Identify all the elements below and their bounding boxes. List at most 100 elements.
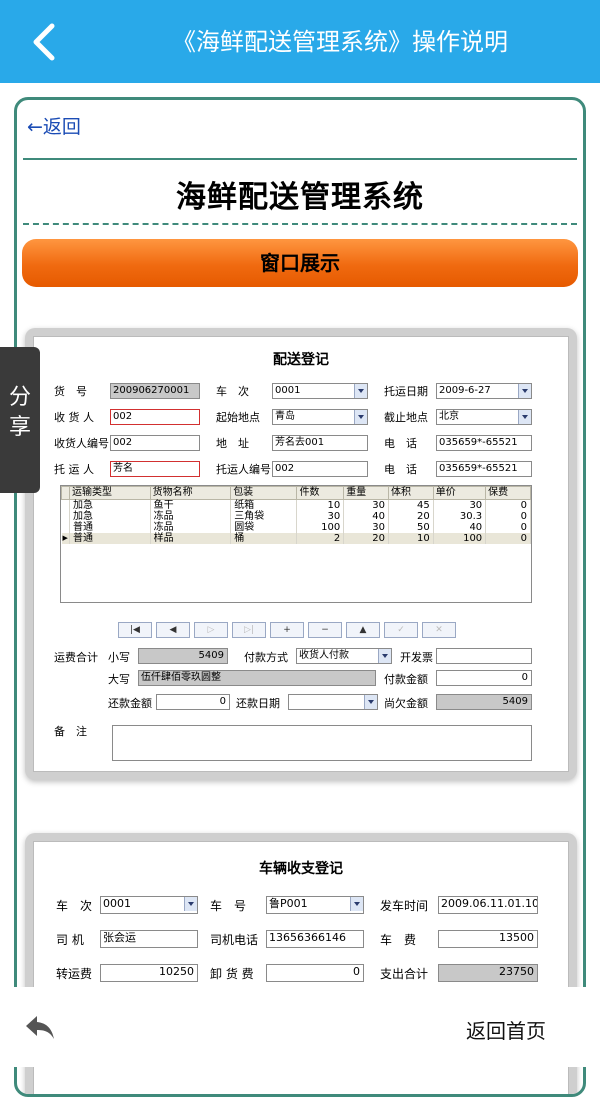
cell: 普通 bbox=[69, 533, 151, 544]
dest-select[interactable]: 北京 bbox=[436, 409, 532, 425]
column-header[interactable]: 运输类型 bbox=[69, 486, 151, 500]
expense-total-field[interactable]: 23750 bbox=[438, 964, 538, 982]
cell: 加急 bbox=[69, 499, 151, 511]
last-record-button[interactable]: ▷| bbox=[232, 622, 266, 638]
driver-field[interactable]: 张会运 bbox=[100, 930, 198, 948]
trip-select[interactable]: 0001 bbox=[272, 383, 368, 399]
back-chevron-icon[interactable] bbox=[26, 20, 66, 64]
cell: 0 bbox=[485, 511, 531, 522]
edit-record-button[interactable]: ▲ bbox=[346, 622, 380, 638]
shipper-field[interactable]: 芳名 bbox=[110, 461, 200, 477]
column-header[interactable]: 包装 bbox=[230, 486, 298, 500]
label: 车 次 bbox=[216, 385, 249, 398]
cell: 0 bbox=[485, 522, 531, 533]
phone2-field[interactable]: 035659*-65521 bbox=[436, 461, 532, 477]
unload-fee-field[interactable]: 0 bbox=[266, 964, 364, 982]
dropdown-arrow-icon[interactable] bbox=[350, 897, 363, 911]
reply-arrow-icon[interactable] bbox=[24, 1013, 56, 1041]
column-header[interactable]: 件数 bbox=[296, 486, 345, 500]
cell: 冻品 bbox=[150, 511, 232, 522]
back-link[interactable]: ←返回 bbox=[27, 112, 81, 139]
cell: 100 bbox=[296, 522, 345, 533]
cell: 圆袋 bbox=[230, 522, 298, 533]
section-header: 窗口展示 bbox=[22, 239, 578, 287]
phone-field[interactable]: 035659*-65521 bbox=[436, 435, 532, 451]
label: 备 注 bbox=[54, 725, 87, 738]
paid-amount-field[interactable]: 0 bbox=[436, 670, 532, 686]
dropdown-arrow-icon[interactable] bbox=[184, 897, 197, 911]
table-row[interactable]: 普通 冻品 圆袋 100 30 50 40 0 bbox=[61, 522, 531, 533]
column-header[interactable]: 保费 bbox=[485, 486, 531, 500]
first-record-button[interactable]: |◀ bbox=[118, 622, 152, 638]
owed-field[interactable]: 5409 bbox=[436, 694, 532, 710]
total-small-field[interactable]: 5409 bbox=[138, 648, 228, 664]
dropdown-arrow-icon[interactable] bbox=[364, 695, 377, 709]
content-frame: ←返回 海鲜配送管理系统 窗口展示 配送登记 货 号 200906270001 … bbox=[14, 97, 586, 1097]
consignee-field[interactable]: 002 bbox=[110, 409, 200, 425]
consignee-no-field[interactable]: 002 bbox=[110, 435, 200, 451]
fare-field[interactable]: 13500 bbox=[438, 930, 538, 948]
label: 付款方式 bbox=[244, 651, 288, 664]
column-header[interactable]: 货物名称 bbox=[149, 486, 232, 500]
value: 北京 bbox=[439, 411, 459, 422]
row-indicator bbox=[61, 511, 70, 522]
cell: 100 bbox=[433, 533, 487, 544]
address-field[interactable]: 芳名去001 bbox=[272, 435, 368, 451]
invoice-field[interactable] bbox=[436, 648, 532, 664]
label: 尚欠金额 bbox=[384, 697, 428, 710]
cell: 三角袋 bbox=[230, 511, 298, 522]
shipper-no-field[interactable]: 002 bbox=[272, 461, 368, 477]
column-header[interactable]: 体积 bbox=[387, 486, 434, 500]
trip-select[interactable]: 0001 bbox=[100, 896, 198, 914]
plate-select[interactable]: 鲁P001 bbox=[266, 896, 364, 914]
home-link[interactable]: 返回首页 bbox=[466, 1015, 546, 1044]
ship-date-select[interactable]: 2009-6-27 bbox=[436, 383, 532, 399]
divider bbox=[23, 158, 577, 160]
repay-field[interactable]: 0 bbox=[156, 694, 230, 710]
cargo-grid[interactable]: 运输类型 货物名称 包装 件数 重量 体积 单价 保费 加急 鱼干 纸箱 10 … bbox=[60, 485, 532, 603]
dropdown-arrow-icon[interactable] bbox=[354, 384, 367, 398]
post-record-button[interactable]: ✓ bbox=[384, 622, 418, 638]
repay-date-select[interactable] bbox=[288, 694, 378, 710]
remark-textarea[interactable] bbox=[112, 725, 532, 761]
column-header[interactable]: 重量 bbox=[343, 486, 389, 500]
cell: 30 bbox=[343, 522, 389, 533]
value: 鲁P001 bbox=[269, 897, 308, 910]
window-title: 车辆收支登记 bbox=[259, 861, 343, 877]
transfer-fee-field[interactable]: 10250 bbox=[100, 964, 198, 982]
prev-record-button[interactable]: ◀ bbox=[156, 622, 190, 638]
cell: 30 bbox=[296, 511, 345, 522]
table-row-selected[interactable]: ▶ 普通 样品 桶 2 20 10 100 0 bbox=[61, 533, 531, 544]
share-tab[interactable]: 分享 bbox=[0, 347, 40, 493]
table-row[interactable]: 加急 冻品 三角袋 30 40 20 30.3 0 bbox=[61, 511, 531, 522]
origin-select[interactable]: 青岛 bbox=[272, 409, 368, 425]
total-big-field[interactable]: 伍仟肆佰零玖圆整 bbox=[138, 670, 376, 686]
label: 托 运 人 bbox=[54, 463, 94, 476]
value: 青岛 bbox=[275, 411, 295, 422]
dropdown-arrow-icon[interactable] bbox=[354, 410, 367, 424]
pay-method-select[interactable]: 收货人付款 bbox=[296, 648, 392, 664]
cancel-record-button[interactable]: ✕ bbox=[422, 622, 456, 638]
add-record-button[interactable]: + bbox=[270, 622, 304, 638]
next-record-button[interactable]: ▷ bbox=[194, 622, 228, 638]
dropdown-arrow-icon[interactable] bbox=[518, 384, 531, 398]
label: 司 机 bbox=[56, 933, 84, 947]
cell: 30 bbox=[343, 499, 389, 511]
depart-time-field[interactable]: 2009.06.11.01.10 bbox=[438, 896, 538, 914]
dropdown-arrow-icon[interactable] bbox=[518, 410, 531, 424]
label: 地 址 bbox=[216, 437, 249, 450]
driver-phone-field[interactable]: 13656366146 bbox=[266, 930, 364, 948]
label: 收货人编号 bbox=[54, 437, 109, 450]
label: 大写 bbox=[108, 673, 130, 686]
table-row[interactable]: 加急 鱼干 纸箱 10 30 45 30 0 bbox=[61, 499, 531, 511]
label: 车 次 bbox=[56, 899, 93, 913]
cell: 10 bbox=[388, 533, 434, 544]
cell: 20 bbox=[388, 511, 434, 522]
value: 2009-6-27 bbox=[439, 385, 491, 396]
column-header[interactable]: 单价 bbox=[432, 486, 487, 500]
cell: 0 bbox=[485, 499, 531, 511]
dropdown-arrow-icon[interactable] bbox=[378, 649, 391, 663]
page-title: 《海鲜配送管理系统》操作说明 bbox=[172, 28, 508, 56]
delete-record-button[interactable]: − bbox=[308, 622, 342, 638]
cargo-no-field[interactable]: 200906270001 bbox=[110, 383, 200, 399]
